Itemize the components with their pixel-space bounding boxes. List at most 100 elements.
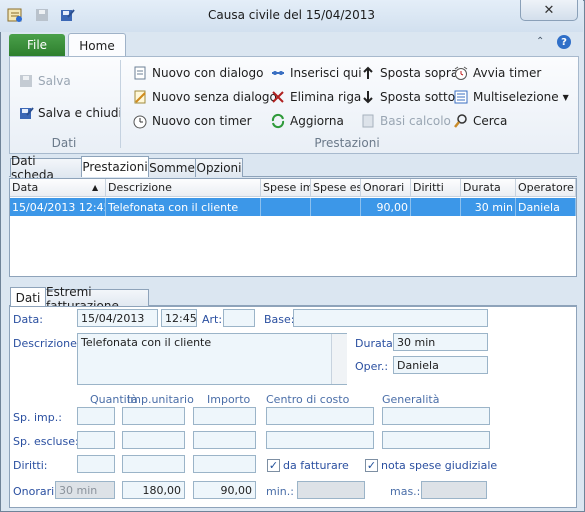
inserisci-qui-label: Inserisci qui (290, 66, 362, 80)
table-row-cell-operatore[interactable]: Daniela (516, 198, 576, 216)
table-row-cell-durata[interactable]: 30 min (461, 198, 516, 216)
timer-icon (132, 113, 148, 129)
sp-escluse-centro-costo-field[interactable] (266, 431, 374, 449)
da-fatturare-label: da fatturare (283, 459, 349, 472)
ora-field[interactable]: 12:45 (161, 309, 197, 327)
salva-chiudi-button[interactable]: Salva e chiudi (18, 103, 122, 123)
descrizione-textarea[interactable]: Telefonata con il cliente (77, 333, 347, 385)
onorari-importo-field[interactable]: 90,00 (193, 481, 256, 499)
avvia-timer-button[interactable]: Avvia timer (453, 63, 541, 83)
tab-prestazioni[interactable]: Prestazioni (81, 156, 149, 177)
tab-home[interactable]: Home (68, 33, 126, 57)
sp-imp-quantita-field[interactable] (77, 407, 115, 425)
elimina-riga-label: Elimina riga (290, 90, 362, 104)
sposta-sopra-button[interactable]: Sposta sopra (360, 63, 458, 83)
nuovo-con-dialogo-button[interactable]: Nuovo con dialogo (132, 63, 263, 83)
data-field[interactable]: 15/04/2013 (77, 309, 158, 327)
diritti-unitario-field[interactable] (122, 455, 185, 473)
search-icon (453, 113, 469, 129)
cerca-button[interactable]: Cerca (453, 111, 507, 131)
elimina-riga-button[interactable]: Elimina riga (270, 87, 361, 107)
refresh-icon (270, 113, 286, 129)
sposta-sotto-button[interactable]: Sposta sotto (360, 87, 455, 107)
durata-field[interactable]: 30 min (393, 333, 488, 351)
nuovo-con-timer-button[interactable]: Nuovo con timer (132, 111, 252, 131)
sp-imp-unitario-field[interactable] (122, 407, 185, 425)
sposta-sotto-label: Sposta sotto (380, 90, 456, 104)
multiselezione-button[interactable]: Multiselezione ▼ (453, 87, 569, 107)
onorari-quantita-field[interactable]: 30 min (55, 481, 115, 499)
minimize-ribbon-icon[interactable]: ⌃ (536, 36, 544, 47)
help-icon[interactable]: ? (557, 35, 571, 49)
table-row-cell-descrizione[interactable]: Telefonata con il cliente (106, 198, 261, 216)
sp-escluse-quantita-field[interactable] (77, 431, 115, 449)
column-header-data[interactable]: Data ▲ (10, 179, 106, 197)
oper-label: Oper.: (355, 360, 389, 373)
column-header-diritti[interactable]: Diritti (411, 179, 461, 197)
nota-spese-checkbox[interactable]: ✓ (365, 459, 378, 472)
column-header-durata[interactable]: Durata (461, 179, 516, 197)
art-label: Art: (202, 313, 223, 326)
descrizione-scrollbar[interactable] (331, 334, 347, 384)
table-row-cell-diritti[interactable] (411, 198, 461, 216)
aggiorna-button[interactable]: Aggiorna (270, 111, 344, 131)
ribbon-separator (120, 60, 121, 148)
sp-escluse-generalita-field[interactable] (382, 431, 490, 449)
tab-opzioni[interactable]: Opzioni (195, 158, 243, 177)
salva-chiudi-label: Salva e chiudi (38, 106, 122, 120)
oper-field[interactable]: Daniela (393, 356, 488, 374)
sp-imp-centro-costo-field[interactable] (266, 407, 374, 425)
sort-ascending-icon: ▲ (92, 183, 99, 192)
sp-escluse-unitario-field[interactable] (122, 431, 185, 449)
sp-imp-importo-field[interactable] (193, 407, 256, 425)
table-row-cell-spese-es[interactable] (311, 198, 361, 216)
nuovo-senza-dialogo-button[interactable]: Nuovo senza dialogo (132, 87, 277, 107)
calculator-icon (360, 113, 376, 129)
sp-escluse-importo-field[interactable] (193, 431, 256, 449)
table-row-cell-onorari[interactable]: 90,00 (361, 198, 411, 216)
salva-button[interactable]: Salva (18, 71, 71, 91)
mas-field[interactable] (421, 481, 487, 499)
sposta-sopra-label: Sposta sopra (380, 66, 459, 80)
close-button[interactable]: ✕ (520, 0, 578, 21)
salva-label: Salva (38, 74, 71, 88)
data-label: Data: (13, 313, 43, 326)
sp-imp-label: Sp. imp.: (13, 411, 62, 424)
sp-imp-generalita-field[interactable] (382, 407, 490, 425)
table-row-cell-spese-imp[interactable] (261, 198, 311, 216)
min-label: min.: (266, 485, 294, 498)
prestazioni-grid[interactable]: Data ▲ Descrizione Spese imp Spese es On… (9, 178, 577, 277)
tab-dati-scheda[interactable]: Dati scheda (10, 154, 82, 182)
column-header-spese-es[interactable]: Spese es (311, 179, 361, 197)
mas-label: mas.: (390, 485, 421, 498)
min-field[interactable] (297, 481, 365, 499)
new-document-icon (132, 65, 148, 81)
diritti-quantita-field[interactable] (77, 455, 115, 473)
save-close-icon (18, 105, 34, 121)
cerca-label: Cerca (473, 114, 508, 128)
diritti-importo-field[interactable] (193, 455, 256, 473)
da-fatturare-checkbox[interactable]: ✓ (267, 459, 280, 472)
group-label-prestazioni: Prestazioni (314, 136, 380, 150)
column-header-spese-imp[interactable]: Spese imp (261, 179, 311, 197)
onorari-unitario-field[interactable]: 180,00 (122, 481, 185, 499)
base-label: Base: (264, 313, 295, 326)
base-field[interactable] (293, 309, 488, 327)
tab-file[interactable]: File (9, 34, 65, 56)
nuovo-con-dialogo-label: Nuovo con dialogo (152, 66, 264, 80)
column-header-operatore[interactable]: Operatore (516, 179, 576, 197)
tab-somme[interactable]: Somme (148, 158, 196, 177)
inserisci-qui-button[interactable]: Inserisci qui (270, 63, 362, 83)
generalita-header: Generalità (382, 393, 440, 406)
descrizione-label: Descrizione: (13, 337, 81, 350)
tab-dati[interactable]: Dati (10, 287, 46, 308)
column-header-descrizione[interactable]: Descrizione (106, 179, 261, 197)
insert-icon (270, 65, 286, 81)
table-row-cell-data[interactable]: 15/04/2013 12:45 (10, 198, 106, 216)
column-header-data-label: Data (12, 181, 39, 194)
art-field[interactable] (223, 309, 255, 327)
group-label-dati: Dati (51, 136, 77, 150)
multiselezione-label: Multiselezione (473, 90, 559, 104)
column-header-onorari[interactable]: Onorari (361, 179, 411, 197)
basi-calcolo-button[interactable]: Basi calcolo (360, 111, 451, 131)
